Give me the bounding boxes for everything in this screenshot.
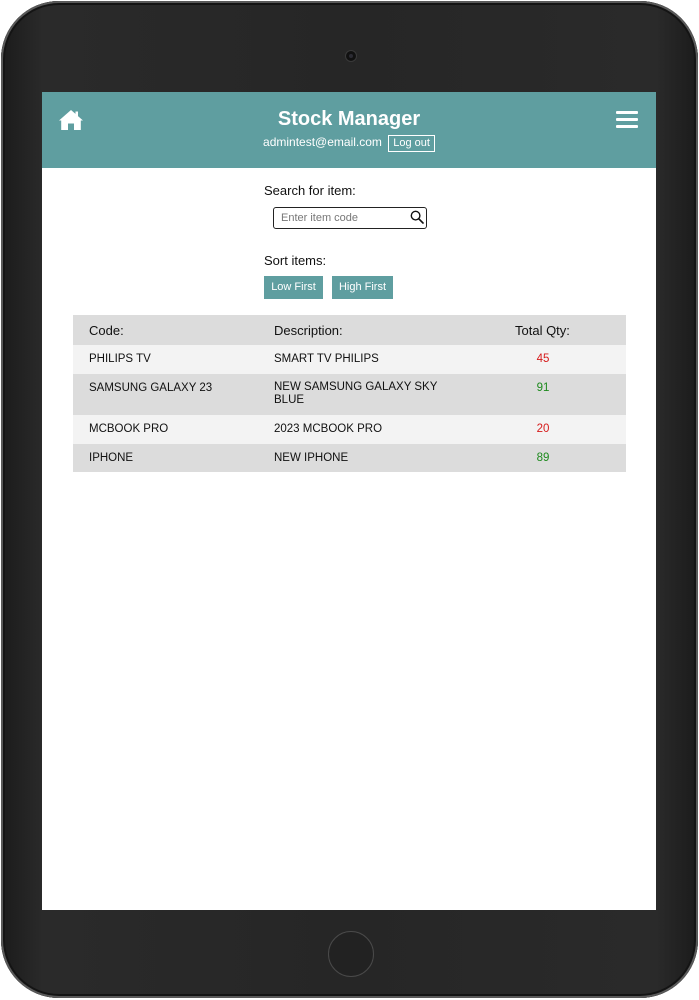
hamburger-menu-icon[interactable] xyxy=(616,111,638,129)
table-row[interactable]: SAMSUNG GALAXY 23 NEW SAMSUNG GALAXY SKY… xyxy=(73,374,626,415)
search-label: Search for item: xyxy=(264,183,356,198)
item-qty: 91 xyxy=(536,382,550,394)
item-description: NEW SAMSUNG GALAXY SKY BLUE xyxy=(274,381,438,406)
table-row[interactable]: IPHONE NEW IPHONE 89 xyxy=(73,444,626,472)
sort-label: Sort items: xyxy=(264,253,327,268)
item-code: PHILIPS TV xyxy=(89,353,151,365)
app-screen: Stock Manager admintest@email.com Log ou… xyxy=(42,92,656,910)
sort-high-first-button[interactable]: High First xyxy=(332,276,393,299)
camera xyxy=(345,50,357,62)
item-description: NEW IPHONE xyxy=(274,452,349,464)
logout-button[interactable]: Log out xyxy=(388,135,435,152)
item-qty: 20 xyxy=(536,423,550,435)
sort-low-first-button[interactable]: Low First xyxy=(264,276,323,299)
item-qty: 89 xyxy=(536,452,550,464)
user-info: admintest@email.com Log out xyxy=(42,135,656,152)
item-qty: 45 xyxy=(536,353,550,365)
user-email: admintest@email.com xyxy=(263,135,382,149)
search-input[interactable] xyxy=(281,210,401,225)
tablet-frame: Stock Manager admintest@email.com Log ou… xyxy=(1,1,698,998)
column-header-qty: Total Qty: xyxy=(515,323,570,338)
item-description: 2023 MCBOOK PRO xyxy=(274,423,383,435)
item-description: SMART TV PHILIPS xyxy=(274,353,379,365)
table-header: Code: Description: Total Qty: xyxy=(73,315,626,345)
table-row[interactable]: PHILIPS TV SMART TV PHILIPS 45 xyxy=(73,345,626,374)
column-header-description: Description: xyxy=(274,323,343,338)
stock-table: Code: Description: Total Qty: PHILIPS TV… xyxy=(73,315,626,472)
item-code: IPHONE xyxy=(89,452,134,464)
item-code: MCBOOK PRO xyxy=(89,423,169,435)
page-title: Stock Manager xyxy=(277,108,421,130)
search-field[interactable] xyxy=(273,207,427,229)
item-code: SAMSUNG GALAXY 23 xyxy=(89,382,213,394)
device-home-button[interactable] xyxy=(328,931,374,977)
app-header: Stock Manager admintest@email.com Log ou… xyxy=(42,92,656,168)
table-row[interactable]: MCBOOK PRO 2023 MCBOOK PRO 20 xyxy=(73,415,626,444)
column-header-code: Code: xyxy=(89,323,124,338)
search-icon[interactable] xyxy=(410,210,424,224)
